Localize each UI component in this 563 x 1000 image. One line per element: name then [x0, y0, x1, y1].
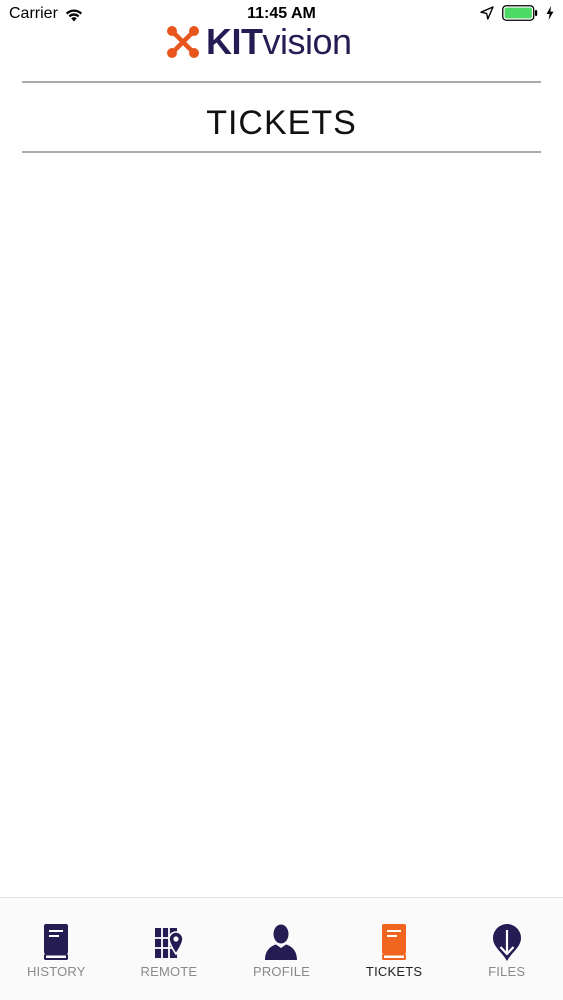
app-screen: Carrier 11:45 AM KITvision TICKETS HISTO…: [0, 0, 563, 1000]
tab-files-label: FILES: [488, 964, 526, 979]
tab-tickets-label: TICKETS: [365, 964, 423, 979]
kitvision-logo: KITvision: [166, 24, 352, 60]
tab-history-label: HISTORY: [26, 964, 86, 979]
download-pin-icon: [492, 924, 521, 961]
tab-history[interactable]: HISTORY: [0, 898, 113, 1000]
logo-wordmark: KITvision: [206, 24, 352, 60]
tab-tickets[interactable]: TICKETS: [338, 898, 451, 1000]
tickets-list[interactable]: [0, 153, 563, 897]
logo-mark-icon: [167, 26, 199, 58]
person-icon: [265, 924, 298, 960]
book-icon: [44, 924, 69, 960]
logo-wordmark-kit: KIT: [206, 21, 263, 62]
location-arrow-icon: [480, 6, 494, 20]
logo-wordmark-vision: vision: [262, 21, 353, 62]
battery-icon: [502, 5, 538, 21]
tab-remote[interactable]: REMOTE: [113, 898, 226, 1000]
page-title: TICKETS: [206, 104, 357, 142]
tab-profile[interactable]: PROFILE: [225, 898, 338, 1000]
tab-bar: HISTORY REMOTE PROFILE TICKETS FILES: [0, 897, 563, 1000]
tab-remote-label: REMOTE: [140, 964, 198, 979]
header-divider-top: [22, 81, 541, 83]
tab-files[interactable]: FILES: [450, 898, 563, 1000]
map-pin-icon: [154, 928, 184, 958]
charging-bolt-icon: [546, 6, 554, 20]
tab-profile-label: PROFILE: [252, 964, 310, 979]
status-right-indicators: [480, 5, 554, 21]
book-icon: [382, 924, 407, 960]
